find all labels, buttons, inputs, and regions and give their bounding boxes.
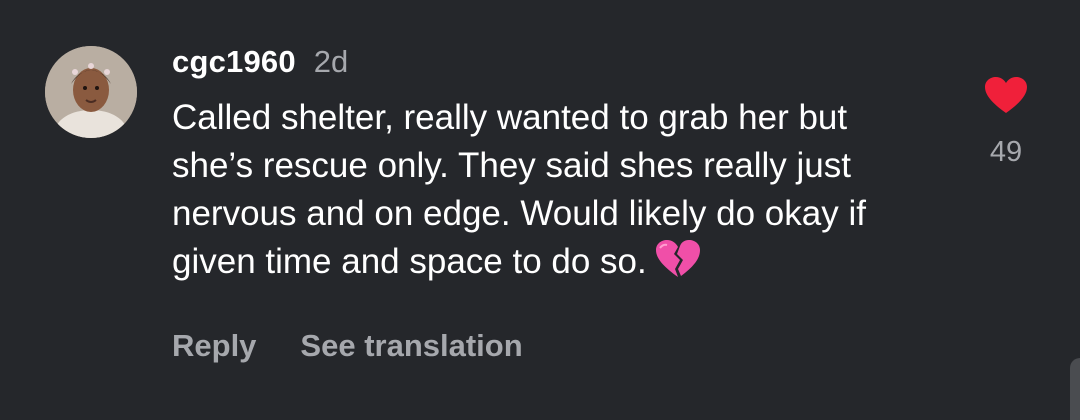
heart-icon[interactable] xyxy=(984,76,1028,114)
comment-item: cgc1960 2d Called shelter, really wanted… xyxy=(0,0,1080,420)
comment-text-content: Called shelter, really wanted to grab he… xyxy=(172,98,866,281)
timestamp: 2d xyxy=(313,44,349,79)
comment-body: cgc1960 2d Called shelter, really wanted… xyxy=(172,40,912,364)
like-section: 49 xyxy=(975,76,1037,169)
comment-actions: Reply See translation xyxy=(172,328,912,364)
scrollbar[interactable] xyxy=(1070,358,1080,420)
like-count: 49 xyxy=(989,136,1023,168)
comment-header: cgc1960 2d xyxy=(172,40,912,84)
see-translation-button[interactable]: See translation xyxy=(300,328,522,364)
comment-text: Called shelter, really wanted to grab he… xyxy=(172,94,892,292)
avatar[interactable] xyxy=(45,46,137,138)
avatar-photo xyxy=(45,46,137,138)
reply-button[interactable]: Reply xyxy=(172,328,256,364)
username[interactable]: cgc1960 xyxy=(172,44,296,80)
broken-heart-icon xyxy=(655,239,701,292)
